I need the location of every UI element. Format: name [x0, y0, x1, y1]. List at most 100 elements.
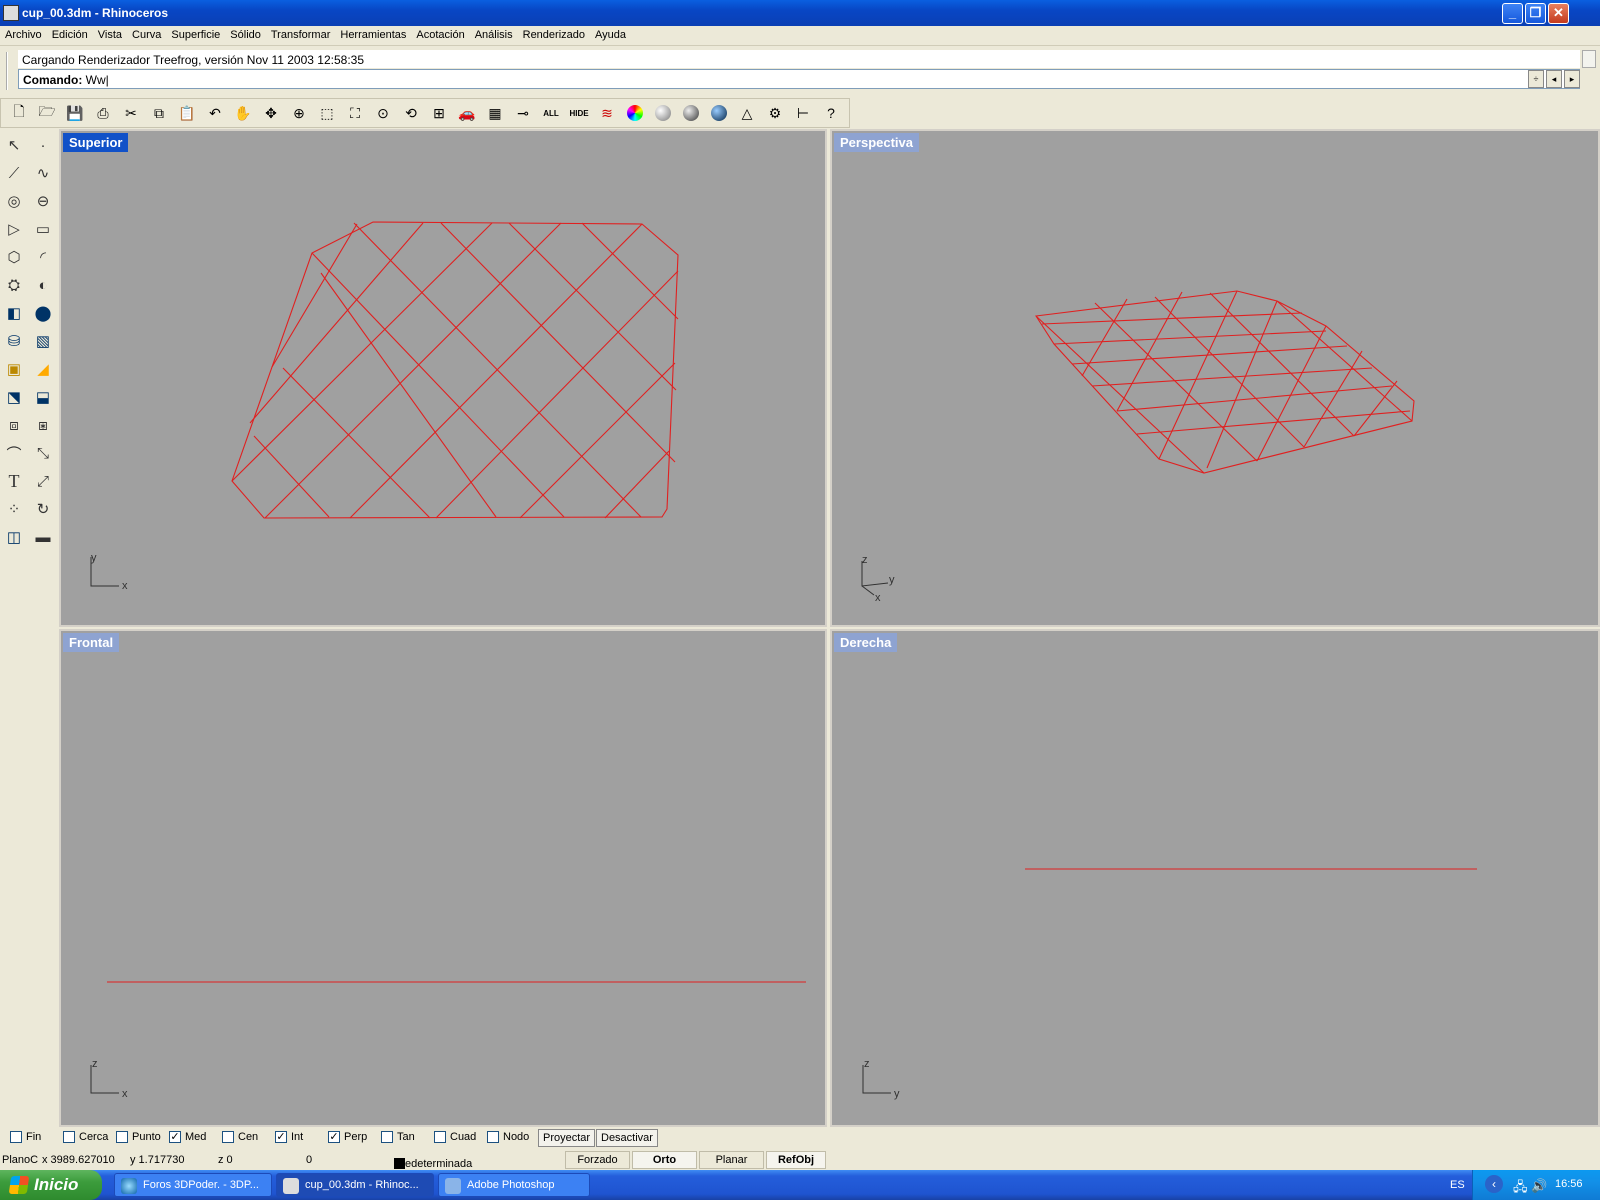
box-edit-icon[interactable]: ▣ — [1, 356, 27, 382]
circle-icon[interactable]: ◎ — [1, 188, 27, 214]
copy-icon[interactable]: ⧉ — [147, 102, 171, 124]
light-icon[interactable]: △ — [735, 102, 759, 124]
zoom-selected-icon[interactable]: ⊙ — [371, 102, 395, 124]
command-input-value[interactable]: Ww — [86, 73, 106, 87]
command-scroll-left-icon[interactable]: ◂ — [1546, 70, 1562, 88]
task-rhino[interactable]: cup_00.3dm - Rhinoc... — [276, 1173, 434, 1197]
print-icon[interactable]: ⎙ — [91, 102, 115, 124]
hexagon-icon[interactable]: ⬡ — [1, 244, 27, 270]
restore-button[interactable]: ❐ — [1525, 3, 1546, 24]
car-icon[interactable]: 🚗 — [455, 102, 479, 124]
viewport-title-derecha[interactable]: Derecha — [834, 633, 898, 652]
language-indicator[interactable]: ES — [1450, 1179, 1465, 1191]
snap-toggle[interactable]: Forzado — [565, 1151, 630, 1169]
disable-button[interactable]: Desactivar — [596, 1129, 658, 1147]
viewport-title-frontal[interactable]: Frontal — [63, 633, 120, 652]
planar-toggle[interactable]: Planar — [699, 1151, 764, 1169]
viewport-title-superior[interactable]: Superior — [63, 133, 129, 152]
task-photoshop[interactable]: Adobe Photoshop — [438, 1173, 590, 1197]
command-input[interactable]: Comando: Ww| — [18, 69, 1580, 89]
checkmark-icon[interactable]: ✓ — [275, 1131, 287, 1143]
viewport-perspectiva[interactable]: z y x Perspectiva — [830, 129, 1600, 627]
osnap-nodo[interactable]: Nodo — [487, 1131, 529, 1143]
array-grid-icon[interactable]: ⁘ — [1, 496, 27, 522]
menu-vista[interactable]: Vista — [93, 26, 127, 41]
save-icon[interactable]: 💾 — [63, 102, 87, 124]
osnap-fin[interactable]: Fin — [10, 1131, 41, 1143]
viewport-title-perspectiva[interactable]: Perspectiva — [834, 133, 919, 152]
layer-icon[interactable]: ≋ — [595, 102, 619, 124]
cut-icon[interactable]: ✂ — [119, 102, 143, 124]
polyline-icon[interactable]: ⟋ — [1, 160, 27, 186]
rotate-view-icon[interactable]: ✥ — [259, 102, 283, 124]
menu-solido[interactable]: Sólido — [225, 26, 266, 41]
checkmark-icon[interactable]: ✓ — [169, 1131, 181, 1143]
point-icon[interactable]: · — [30, 132, 56, 158]
menu-herramientas[interactable]: Herramientas — [335, 26, 411, 41]
menu-renderizado[interactable]: Renderizado — [518, 26, 590, 41]
blue-sphere-icon[interactable] — [707, 102, 731, 124]
zoom-window-icon[interactable]: ⬚ — [315, 102, 339, 124]
box-icon[interactable]: ◧ — [1, 300, 27, 326]
array-icon[interactable]: ⧆ — [30, 412, 56, 438]
checkbox[interactable] — [222, 1131, 234, 1143]
menu-transformar[interactable]: Transformar — [266, 26, 336, 41]
undo-icon[interactable]: ↶ — [203, 102, 227, 124]
checkbox[interactable] — [10, 1131, 22, 1143]
extrude-icon[interactable]: ⛭ — [1, 272, 27, 298]
volume-icon[interactable]: 🔊 — [1531, 1178, 1547, 1194]
project-button[interactable]: Proyectar — [538, 1129, 596, 1147]
solid-icon[interactable]: ⬤ — [30, 300, 56, 326]
command-history-scrollbar[interactable] — [1582, 50, 1596, 68]
fillet-icon[interactable]: ◢ — [30, 356, 56, 382]
line-tool-icon[interactable]: ⤡ — [30, 440, 56, 466]
arc-icon[interactable]: ◜ — [30, 244, 56, 270]
clock[interactable]: 16:56 — [1555, 1178, 1583, 1190]
start-button[interactable]: Inicio — [0, 1170, 102, 1200]
viewport-superior[interactable]: y x Superior — [59, 129, 827, 627]
scale-icon[interactable]: ⤢ — [30, 468, 56, 494]
undo-view-icon[interactable]: ⟲ — [399, 102, 423, 124]
open-icon[interactable]: 🗁 — [35, 102, 59, 124]
transform-icon[interactable]: ⧈ — [1, 412, 27, 438]
paste-icon[interactable]: 📋 — [175, 102, 199, 124]
osnap-toggle[interactable]: RefObj — [766, 1151, 826, 1169]
curve-from-object-icon[interactable]: ⌒ — [1, 440, 27, 466]
rendered-sphere-icon[interactable] — [679, 102, 703, 124]
rhino-app-icon[interactable] — [3, 5, 19, 21]
menu-acotacion[interactable]: Acotación — [411, 26, 469, 41]
menu-superficie[interactable]: Superficie — [166, 26, 225, 41]
close-button[interactable]: ✕ — [1548, 3, 1569, 24]
curve-icon[interactable]: ∿ — [30, 160, 56, 186]
text-icon[interactable]: T — [1, 468, 27, 494]
rectangle-icon[interactable]: ▭ — [30, 216, 56, 242]
viewport-frontal[interactable]: z x Frontal — [59, 629, 827, 1127]
osnap-cerca[interactable]: Cerca — [63, 1131, 108, 1143]
menu-ayuda[interactable]: Ayuda — [590, 26, 631, 41]
surface-icon[interactable]: ▧ — [30, 328, 56, 354]
task-browser[interactable]: Foros 3DPoder. - 3DP... — [114, 1173, 272, 1197]
viewport-derecha[interactable]: z y Derecha — [830, 629, 1600, 1127]
checkmark-icon[interactable]: ✓ — [328, 1131, 340, 1143]
split-icon[interactable]: ⬓ — [30, 384, 56, 410]
menu-analisis[interactable]: Análisis — [470, 26, 518, 41]
ortho-toggle[interactable]: Orto — [632, 1151, 697, 1169]
menu-edicion[interactable]: Edición — [47, 26, 93, 41]
osnap-int[interactable]: ✓ Int — [275, 1131, 303, 1143]
checkbox[interactable] — [116, 1131, 128, 1143]
cylinder-icon[interactable]: ⛁ — [1, 328, 27, 354]
osnap-med[interactable]: ✓ Med — [169, 1131, 206, 1143]
hide-button[interactable]: HIDE — [567, 102, 591, 124]
checkbox[interactable] — [63, 1131, 75, 1143]
command-updown-icon[interactable]: ÷ — [1528, 70, 1544, 88]
point-icon[interactable]: ⊸ — [511, 102, 535, 124]
color-wheel-icon[interactable] — [623, 102, 647, 124]
checkbox[interactable] — [434, 1131, 446, 1143]
dimension-icon[interactable]: ⊢ — [791, 102, 815, 124]
network-icon[interactable]: 🖧 — [1513, 1178, 1528, 1200]
checkbox[interactable] — [487, 1131, 499, 1143]
four-viewports-icon[interactable]: ⊞ — [427, 102, 451, 124]
zoom-dynamic-icon[interactable]: ⊕ — [287, 102, 311, 124]
ellipse-icon[interactable]: ⊖ — [30, 188, 56, 214]
zoom-extents-icon[interactable]: ⛶ — [343, 102, 367, 124]
